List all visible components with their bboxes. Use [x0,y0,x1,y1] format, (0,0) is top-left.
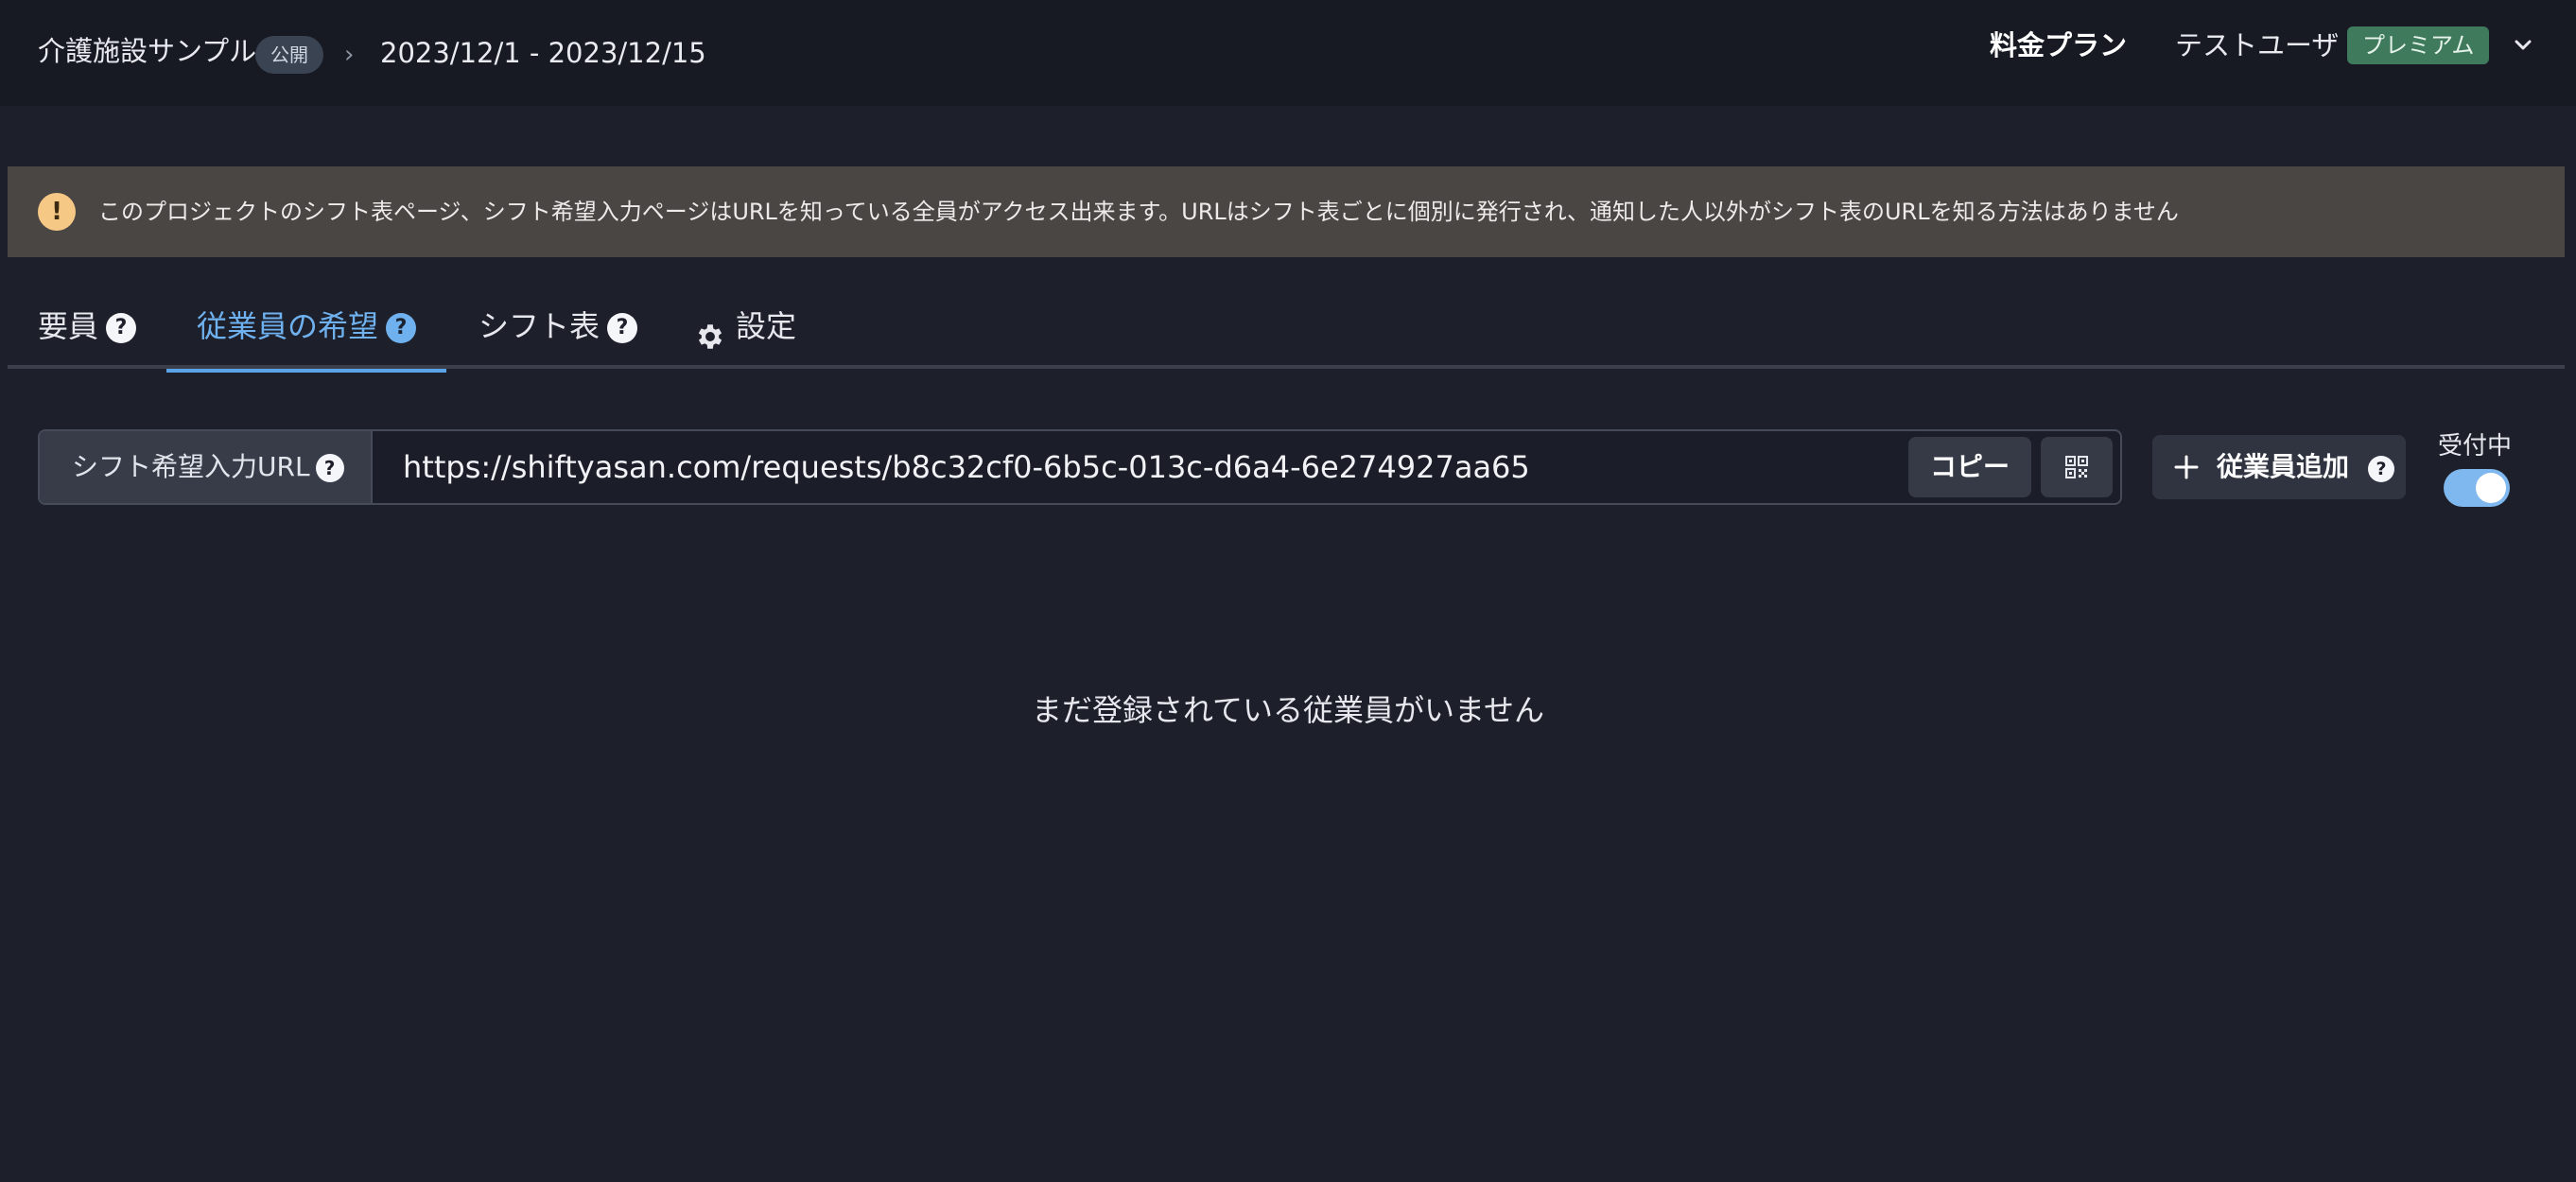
notice-text: このプロジェクトのシフト表ページ、シフト希望入力ページはURLを知っている全員が… [98,199,2179,225]
help-icon[interactable]: ? [607,313,638,343]
request-url-value[interactable]: https://shiftyasan.com/requests/b8c32cf0… [403,431,1530,503]
date-range[interactable]: 2023/12/1 - 2023/12/15 [380,34,706,72]
tab-employee-requests[interactable]: 従業員の希望? [166,293,447,373]
breadcrumb-separator: › [344,41,355,69]
plan-badge: プレミアム [2347,26,2490,64]
tab-label: 設定 [736,308,797,344]
access-notice-banner: ! このプロジェクトのシフト表ページ、シフト希望入力ページはURLを知っている全… [8,166,2565,257]
add-employee-button[interactable]: 従業員追加 ? [2152,435,2406,499]
add-employee-label: 従業員追加 [2217,451,2350,482]
copy-button[interactable]: コピー [1908,437,2031,497]
user-name[interactable]: テストユーザ [2175,26,2339,64]
help-icon[interactable]: ? [106,313,137,343]
app-header: 介護施設サンプル 公開 › 2023/12/1 - 2023/12/15 料金プ… [0,0,2576,106]
request-url-label: シフト希望入力URL? [40,431,373,503]
chevron-down-icon[interactable] [2506,28,2540,62]
request-url-label-text: シフト希望入力URL [72,451,310,482]
tab-label: シフト表 [479,308,600,344]
tab-label: 要員 [38,308,99,344]
qr-code-icon [2065,456,2088,478]
empty-state-message: まだ登録されている従業員がいません [1031,692,1545,728]
gear-icon [694,309,726,349]
request-url-group: シフト希望入力URL? https://shiftyasan.com/reque… [38,429,2122,505]
tab-label: 従業員の希望 [197,308,379,344]
qr-code-button[interactable] [2041,437,2113,497]
tab-shift-table[interactable]: シフト表? [479,293,638,369]
help-icon[interactable]: ? [2368,456,2394,482]
tab-staffing[interactable]: 要員? [38,293,137,369]
toggle-knob [2476,473,2506,503]
tab-settings[interactable]: 設定 [694,293,796,369]
help-icon[interactable]: ? [386,313,417,343]
page: 介護施設サンプル 公開 › 2023/12/1 - 2023/12/15 料金プ… [0,0,2576,1182]
accepting-toggle[interactable] [2444,469,2510,507]
accepting-label: 受付中 [2438,432,2513,461]
exclamation-icon: ! [38,193,76,231]
project-title[interactable]: 介護施設サンプル [38,32,256,70]
public-status-badge: 公開 [255,36,323,74]
plus-icon [2174,455,2199,479]
tab-bar: 要員? 従業員の希望? シフト表? 設定 [8,293,2565,373]
pricing-plan-link[interactable]: 料金プラン [1990,26,2127,64]
help-icon[interactable]: ? [315,454,344,482]
